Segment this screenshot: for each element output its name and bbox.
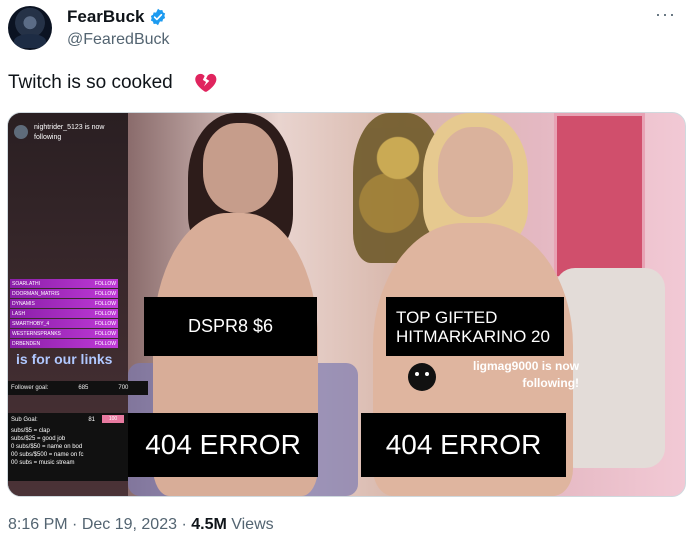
display-name[interactable]: FearBuck — [67, 7, 144, 27]
tweet-media-image[interactable]: nightrider_5123 is now following SOARLAT… — [7, 112, 686, 497]
feed-row: DRBENDEN FOLLOW — [10, 339, 118, 348]
more-options-icon[interactable]: ··· — [655, 4, 676, 25]
censor-error-right: 404 ERROR — [361, 413, 566, 477]
verified-badge-icon — [150, 8, 166, 26]
tweet-text: Twitch is so cooked — [8, 72, 173, 93]
feed-row: LASH FOLLOW — [10, 309, 118, 318]
sub-goal-panel: Sub Goal: 81 100 subs/$5 = clap subs/$25 … — [8, 413, 128, 481]
feed-row: WESTERNSPRANKS FOLLOW — [10, 329, 118, 338]
follow-alert: ligmag9000 is now following! — [473, 359, 580, 390]
tweet-time[interactable]: 8:16 PM — [8, 516, 68, 533]
tweet-date[interactable]: Dec 19, 2023 — [82, 516, 177, 533]
mascot-icon — [408, 363, 436, 391]
links-banner: is for our links — [16, 351, 113, 367]
avatar-figure — [14, 34, 46, 48]
follower-avatar-icon — [14, 125, 28, 139]
broken-heart-icon — [195, 73, 217, 92]
views-label: Views — [226, 516, 274, 533]
follow-notice: nightrider_5123 is now following — [34, 124, 105, 141]
views-count: 4.5M — [191, 516, 227, 533]
pink-door — [554, 113, 645, 279]
streamer-left-head — [203, 123, 278, 213]
sub-goal-target: 100 — [102, 415, 124, 423]
feed-row: SMARTHOBY_4 FOLLOW — [10, 319, 118, 328]
user-handle[interactable]: @FearedBuck — [67, 31, 170, 49]
follower-goal-bar: Follower goal: 685 700 — [8, 381, 148, 395]
follow-feed: SOARLATHI FOLLOW DOORMAN_MATRIS FOLLOW DYN… — [10, 279, 118, 349]
dspr-label: DSPR8 $6 — [144, 297, 317, 356]
tweet-meta: 8:16 PM · Dec 19, 2023 · 4.5M Views — [8, 516, 274, 533]
avatar[interactable] — [8, 6, 52, 50]
top-gifted-label: TOP GIFTED HITMARKARINO 20 — [386, 297, 564, 356]
feed-row: DOORMAN_MATRIS FOLLOW — [10, 289, 118, 298]
feed-row: DYNAMIS FOLLOW — [10, 299, 118, 308]
streamer-right-head — [438, 127, 513, 217]
feed-row: SOARLATHI FOLLOW — [10, 279, 118, 288]
censor-error-left: 404 ERROR — [128, 413, 318, 477]
